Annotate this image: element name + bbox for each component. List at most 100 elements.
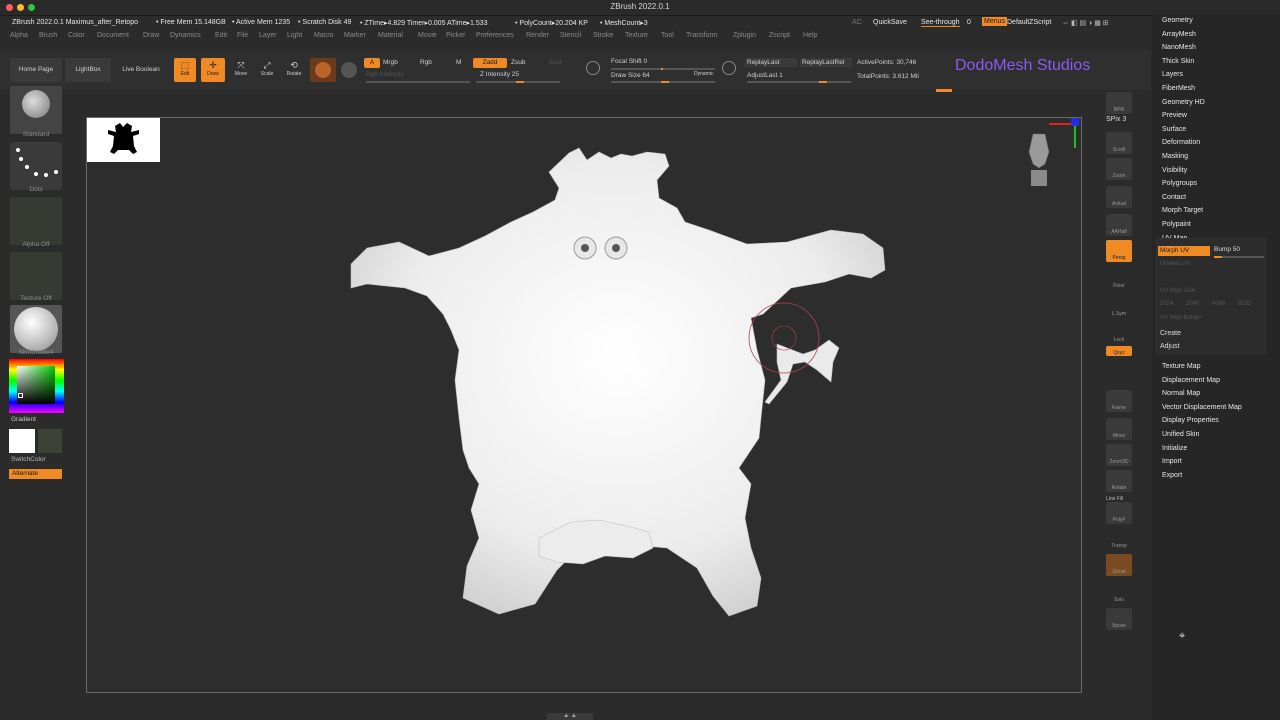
menu-movie[interactable]: Movie: [418, 32, 437, 39]
home-page-button[interactable]: Home Page: [10, 58, 62, 82]
tray-item-geometry[interactable]: Geometry: [1162, 17, 1193, 24]
menu-alpha[interactable]: Alpha: [10, 32, 28, 39]
uv-size-1024[interactable]: 1024: [1160, 301, 1173, 307]
menu-picker[interactable]: Picker: [446, 32, 465, 39]
menu-file[interactable]: File: [237, 32, 248, 39]
focal-shift-track[interactable]: [611, 68, 715, 70]
menu-dynamics[interactable]: Dynamics: [170, 32, 201, 39]
tray-item-normal-map[interactable]: Normal Map: [1162, 390, 1200, 397]
menu-stroke[interactable]: Stroke: [593, 32, 613, 39]
main-color-swatch[interactable]: [9, 429, 35, 453]
menu-tool[interactable]: Tool: [661, 32, 674, 39]
tray-item-export[interactable]: Export: [1162, 472, 1182, 479]
menu-zscript[interactable]: Zscript: [769, 32, 790, 39]
bpr-button[interactable]: BPR: [1106, 92, 1132, 114]
live-boolean-button[interactable]: Live Boolean: [114, 58, 168, 82]
head-gizmo-icon[interactable]: [1028, 118, 1079, 186]
morph-uv-button[interactable]: Morph UV: [1158, 246, 1210, 256]
menu-render[interactable]: Render: [526, 32, 549, 39]
canvas-viewport[interactable]: [86, 117, 1082, 693]
rotate-view-button[interactable]: Rotate: [1106, 470, 1132, 492]
brush-selector[interactable]: [10, 86, 62, 134]
color-picker[interactable]: [9, 359, 64, 413]
rotate-button[interactable]: ⟲ Rotate: [283, 60, 305, 82]
a-button[interactable]: A: [364, 58, 380, 68]
frame-button[interactable]: Frame: [1106, 390, 1132, 412]
tray-item-morph-target[interactable]: Morph Target: [1162, 207, 1203, 214]
tray-item-import[interactable]: Import: [1162, 458, 1182, 465]
tray-item-displacement-map[interactable]: Displacement Map: [1162, 377, 1220, 384]
zoom3d-button[interactable]: Zoom3D: [1106, 444, 1132, 466]
zsub-button[interactable]: Zsub: [511, 59, 525, 66]
menu-edit[interactable]: Edit: [215, 32, 227, 39]
move-view-button[interactable]: Move: [1106, 418, 1132, 440]
menu-zplugin[interactable]: Zplugin: [733, 32, 756, 39]
color-sphere-icon[interactable]: [341, 62, 357, 78]
tray-item-geometry-hd[interactable]: Geometry HD: [1162, 99, 1205, 106]
switchcolor-button[interactable]: SwitchColor: [11, 456, 67, 463]
tray-item-fibermesh[interactable]: FiberMesh: [1162, 85, 1195, 92]
d-icon[interactable]: [722, 61, 736, 75]
menu-document[interactable]: Document: [97, 32, 129, 39]
tray-item-arraymesh[interactable]: ArrayMesh: [1162, 31, 1196, 38]
tray-item-thick-skin[interactable]: Thick Skin: [1162, 58, 1194, 65]
solo-button[interactable]: Solo: [1106, 582, 1132, 604]
tray-item-polygroups[interactable]: Polygroups: [1162, 180, 1197, 187]
stroke-selector[interactable]: [10, 142, 62, 190]
ghost-button[interactable]: Ghost: [1106, 554, 1132, 576]
aahalf-button[interactable]: AAHalf: [1106, 214, 1132, 236]
secondary-color-swatch[interactable]: [38, 429, 62, 453]
tray-item-display-properties[interactable]: Display Properties: [1162, 417, 1219, 424]
menu-layer[interactable]: Layer: [259, 32, 277, 39]
gradient-label[interactable]: Gradient: [11, 416, 67, 423]
adjust-button[interactable]: Adjust: [1160, 343, 1179, 350]
replaylastrel-button[interactable]: ReplayLastRel: [800, 58, 852, 67]
tray-item-unified-skin[interactable]: Unified Skin: [1162, 431, 1199, 438]
draw-button[interactable]: ✛ Draw: [201, 58, 225, 82]
draw-size-slider[interactable]: Draw Size 64: [611, 72, 650, 79]
dynamic-button[interactable]: Dynamic: [694, 71, 713, 77]
seethrough-slider[interactable]: See-through: [921, 19, 960, 27]
mesh-model[interactable]: [87, 118, 1083, 694]
bump-track[interactable]: [1214, 256, 1264, 258]
tray-item-initialize[interactable]: Initialize: [1162, 445, 1187, 452]
menu-texture[interactable]: Texture: [625, 32, 648, 39]
focal-shift-slider[interactable]: Focal Shift 0: [611, 58, 647, 65]
tray-item-polypaint[interactable]: Polypaint: [1162, 221, 1191, 228]
replaylast-button[interactable]: ReplayLast: [745, 58, 797, 67]
tray-item-nanomesh[interactable]: NanoMesh: [1162, 44, 1196, 51]
zcut-button[interactable]: Zcut: [549, 59, 562, 66]
uv-map-size-slider[interactable]: UV Map Size: [1160, 288, 1195, 294]
bottom-shelf-toggle-icon[interactable]: ▲ ▲: [547, 713, 593, 720]
spix-slider[interactable]: SPix 3: [1106, 116, 1126, 123]
uv-size-4096[interactable]: 4096: [1212, 301, 1225, 307]
menu-help[interactable]: Help: [803, 32, 817, 39]
m-button[interactable]: M: [456, 59, 461, 66]
ac-label[interactable]: AC: [852, 19, 862, 26]
tray-item-layers[interactable]: Layers: [1162, 71, 1183, 78]
tray-item-vector-displacement-map[interactable]: Vector Displacement Map: [1162, 404, 1242, 411]
layout-icons[interactable]: ⇔ ◧ ▤ ◑ ▦ ⊞: [1062, 19, 1109, 27]
color-picker-square[interactable]: [17, 366, 55, 404]
z-intensity-slider[interactable]: Z Intensity 25: [480, 71, 519, 78]
menu-macro[interactable]: Macro: [314, 32, 333, 39]
mrgb-button[interactable]: Mrgb: [383, 59, 398, 66]
menu-draw[interactable]: Draw: [143, 32, 159, 39]
floor-button[interactable]: Floor: [1106, 268, 1132, 290]
z-intensity-track[interactable]: [476, 81, 560, 83]
draw-size-track[interactable]: [611, 81, 715, 83]
adjustlast-track[interactable]: [747, 81, 851, 83]
alpha-selector[interactable]: [10, 197, 62, 245]
rgb-intensity-slider[interactable]: Rgb Intensity: [366, 71, 404, 78]
transp-button[interactable]: Transp: [1106, 528, 1132, 550]
menu-transform[interactable]: Transform: [686, 32, 718, 39]
xyz-button[interactable]: Qxyz: [1106, 346, 1132, 356]
tray-item-masking[interactable]: Masking: [1162, 153, 1188, 160]
lightbox-button[interactable]: LightBox: [65, 58, 111, 82]
xpose-button[interactable]: Xpose: [1106, 608, 1132, 630]
lsym-button[interactable]: L.Sym: [1106, 296, 1132, 318]
polyf-button[interactable]: PolyF: [1106, 502, 1132, 524]
texture-selector[interactable]: [10, 252, 62, 300]
menu-light[interactable]: Light: [287, 32, 302, 39]
move-button[interactable]: ⤧ Move: [230, 60, 252, 82]
